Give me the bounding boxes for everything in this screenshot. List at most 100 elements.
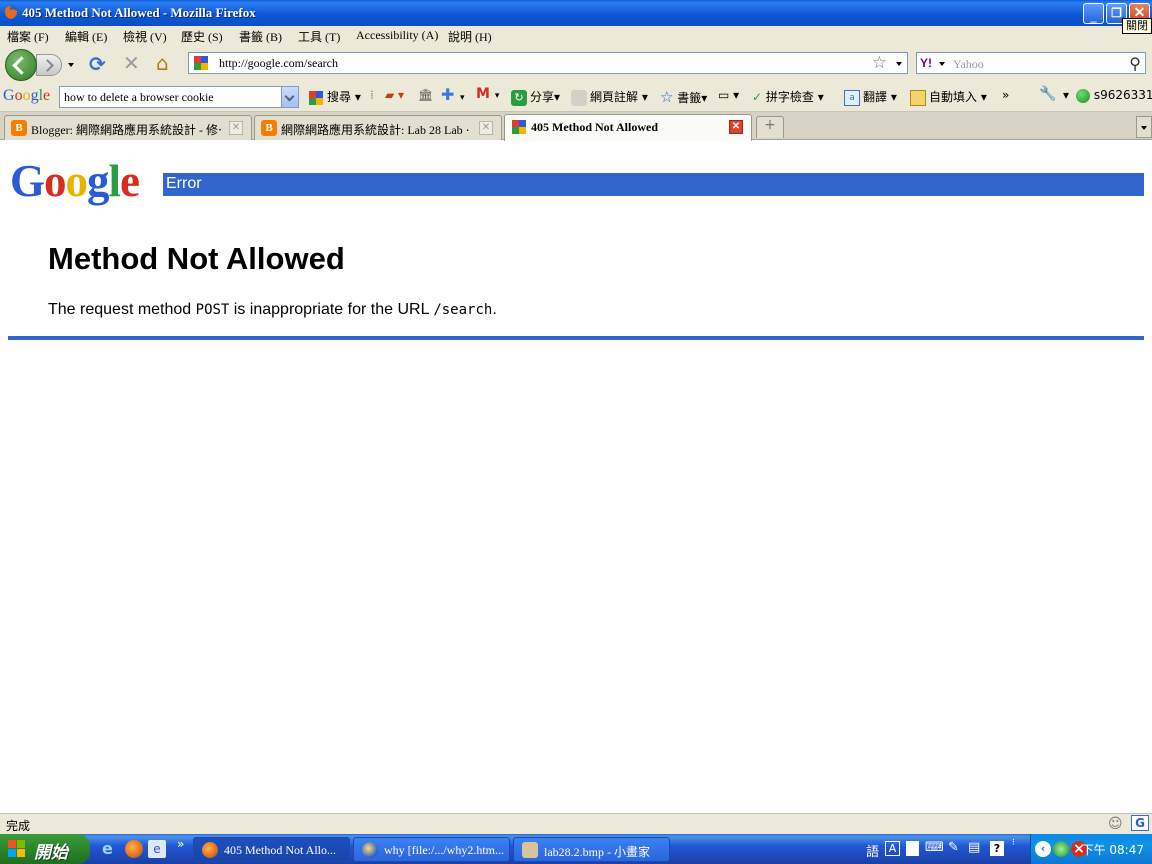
url-dropdown-icon[interactable] bbox=[896, 62, 902, 66]
addon-status-icon[interactable]: ☺ bbox=[1108, 816, 1123, 832]
ime-pad-icon[interactable]: ▤ bbox=[968, 840, 980, 855]
ime-mode-icon[interactable]: A bbox=[885, 841, 900, 856]
share-icon: ↻ bbox=[511, 89, 527, 106]
menu-bar: 檔案 (F) 編輯 (E) 檢視 (V) 歷史 (S) 書籤 (B) 工具 (T… bbox=[0, 26, 1152, 46]
new-tab-button[interactable]: + bbox=[756, 116, 784, 138]
status-bar: 完成 ☺ G bbox=[0, 813, 1152, 834]
toolbar-spellcheck-button[interactable]: ✓ 拼字檢查 ▾ bbox=[752, 88, 824, 105]
toolbar-separator-icon: ⁞ bbox=[370, 88, 374, 102]
settings-dropdown-icon[interactable]: ▾ bbox=[1063, 88, 1069, 102]
windows-logo-icon bbox=[8, 840, 25, 857]
toolbar-annotate-label: 網頁註解 bbox=[590, 90, 639, 104]
add-button-icon[interactable]: ✚ ▾ bbox=[441, 85, 465, 104]
tab-close-icon[interactable]: ✕ bbox=[729, 120, 743, 134]
yahoo-icon[interactable]: Y! bbox=[920, 56, 932, 70]
system-tray: ‹ × 下午 08:47 bbox=[1030, 834, 1152, 864]
tray-expand-icon[interactable]: ‹ bbox=[1035, 841, 1051, 857]
tab-close-icon[interactable]: ✕ bbox=[229, 121, 243, 135]
taskbar: 開始 e e » 405 Method Not Allo... why [fil… bbox=[0, 834, 1152, 864]
google-status-icon[interactable]: G bbox=[1131, 815, 1149, 831]
task-paint[interactable]: lab28.2.bmp - 小畫家 bbox=[513, 837, 670, 862]
bookmark-icon: ☆ bbox=[660, 88, 674, 106]
status-text: 完成 bbox=[6, 819, 31, 833]
gmail-icon[interactable]: M ▾ bbox=[476, 86, 499, 102]
google-search-input[interactable]: how to delete a browser cookie bbox=[59, 86, 299, 108]
task-firefox[interactable]: 405 Method Not Allo... bbox=[193, 837, 350, 862]
ime-help-icon[interactable]: ? bbox=[990, 841, 1004, 856]
desktop-icon[interactable]: e bbox=[148, 840, 166, 858]
forward-button[interactable] bbox=[36, 54, 62, 76]
firefox-task-icon bbox=[202, 842, 218, 858]
page-content: Google Error Method Not Allowed The requ… bbox=[0, 141, 1152, 813]
spellcheck-icon: ✓ bbox=[752, 90, 763, 104]
message-prefix: The request method bbox=[48, 301, 196, 318]
task-why-html[interactable]: why [file:/.../why2.htm... bbox=[353, 837, 510, 862]
request-path: /search bbox=[433, 302, 493, 318]
clock[interactable]: 下午 08:47 bbox=[1082, 841, 1144, 858]
wrench-icon[interactable]: 🔧 bbox=[1039, 86, 1056, 102]
account-button[interactable]: s9626331▾ bbox=[1076, 88, 1152, 103]
history-dropdown-icon[interactable] bbox=[68, 63, 74, 67]
start-button[interactable]: 開始 bbox=[0, 834, 90, 864]
ime-language-indicator[interactable]: 語 bbox=[866, 841, 879, 860]
toolbar-translate-button[interactable]: a 翻譯 ▾ bbox=[844, 88, 897, 106]
menu-history[interactable]: 歷史 (S) bbox=[181, 28, 223, 45]
tab-blogger-2[interactable]: B 網際網路應用系統設計: Lab 28 Lab ⋯ ✕ bbox=[254, 115, 502, 140]
tab-label: 網際網路應用系統設計: Lab 28 Lab ⋯ bbox=[281, 123, 471, 137]
browser-task-icon bbox=[362, 842, 378, 858]
error-bar: Error bbox=[163, 173, 1144, 196]
back-button[interactable] bbox=[5, 49, 37, 81]
google-toolbar-logo[interactable]: Google bbox=[3, 87, 50, 105]
search-history-dropdown-icon[interactable] bbox=[281, 87, 298, 107]
bank-icon[interactable]: 🏛 bbox=[418, 88, 433, 102]
toolbar-share-button[interactable]: ↻ 分享▾ bbox=[511, 88, 560, 106]
menu-view[interactable]: 檢視 (V) bbox=[123, 28, 167, 45]
menu-file[interactable]: 檔案 (F) bbox=[7, 28, 49, 45]
search-icon[interactable]: ⚲ bbox=[1129, 54, 1141, 73]
tab-405-method-not-allowed[interactable]: 405 Method Not Allowed ✕ bbox=[504, 114, 752, 141]
search-placeholder: Yahoo bbox=[953, 57, 984, 71]
firefox-quicklaunch-icon[interactable] bbox=[125, 840, 143, 858]
ime-keyboard-icon[interactable]: ⌨ bbox=[925, 840, 944, 855]
ie-icon[interactable]: e bbox=[102, 840, 120, 858]
close-tooltip: 關閉 bbox=[1122, 18, 1152, 34]
ime-options-icon[interactable]: ⁝ bbox=[1012, 838, 1015, 848]
tab-list-button[interactable] bbox=[1136, 116, 1152, 138]
toolbar-autofill-label: 自動填入 bbox=[929, 90, 978, 104]
search-engine-dropdown-icon[interactable] bbox=[939, 62, 945, 66]
menu-help[interactable]: 說明 (H) bbox=[448, 28, 492, 45]
minimize-button[interactable]: _ bbox=[1083, 3, 1104, 24]
home-icon[interactable]: ⌂ bbox=[156, 53, 169, 73]
bookmark-star-icon[interactable]: ☆ bbox=[872, 53, 887, 73]
menu-tools[interactable]: 工具 (T) bbox=[298, 28, 340, 45]
site-favicon-icon bbox=[194, 56, 208, 70]
toolbar-annotate-button[interactable]: 網頁註解 ▾ bbox=[571, 88, 648, 106]
menu-accessibility[interactable]: Accessibility (A) bbox=[356, 28, 438, 43]
tab-blogger-1[interactable]: B Blogger: 網際網路應用系統設計 - 修⋯ ✕ bbox=[4, 115, 252, 140]
toolbar-bookmarks-button[interactable]: ☆ 書籤▾ bbox=[660, 88, 707, 106]
reload-icon[interactable]: ⟳ bbox=[89, 54, 106, 74]
url-bar[interactable]: http://google.com/search ☆ bbox=[188, 52, 908, 74]
google-logo[interactable]: Google bbox=[10, 155, 140, 207]
search-bar[interactable]: Y! Yahoo ⚲ bbox=[916, 52, 1146, 74]
blogger-icon: B bbox=[11, 120, 27, 136]
quicklaunch-more[interactable]: » bbox=[177, 837, 184, 851]
toolbar-search-button[interactable]: 搜尋 ▾ bbox=[308, 88, 361, 106]
toolbar-search-label: 搜尋 bbox=[327, 90, 352, 104]
google-search-query: how to delete a browser cookie bbox=[64, 90, 214, 104]
pagerank-icon[interactable]: ▰ ▾ bbox=[385, 88, 404, 102]
toolbar-autofill-button[interactable]: 自動填入 ▾ bbox=[910, 88, 987, 106]
task-label: why [file:/.../why2.htm... bbox=[384, 843, 504, 857]
autofill-icon bbox=[910, 89, 926, 106]
ime-width-icon[interactable] bbox=[906, 841, 919, 856]
tab-close-icon[interactable]: ✕ bbox=[479, 121, 493, 135]
bottom-divider bbox=[8, 336, 1144, 340]
toolbar-more-button[interactable]: » bbox=[1002, 88, 1009, 102]
google-search-icon bbox=[309, 90, 323, 105]
menu-bookmarks[interactable]: 書籤 (B) bbox=[239, 28, 282, 45]
tray-network-icon[interactable] bbox=[1053, 841, 1069, 857]
menu-edit[interactable]: 編輯 (E) bbox=[65, 28, 107, 45]
highlight-button-icon[interactable]: ▭ ▾ bbox=[718, 88, 739, 102]
stop-icon[interactable]: ✕ bbox=[123, 53, 140, 73]
ime-pen-icon[interactable]: ✎ bbox=[948, 840, 959, 855]
